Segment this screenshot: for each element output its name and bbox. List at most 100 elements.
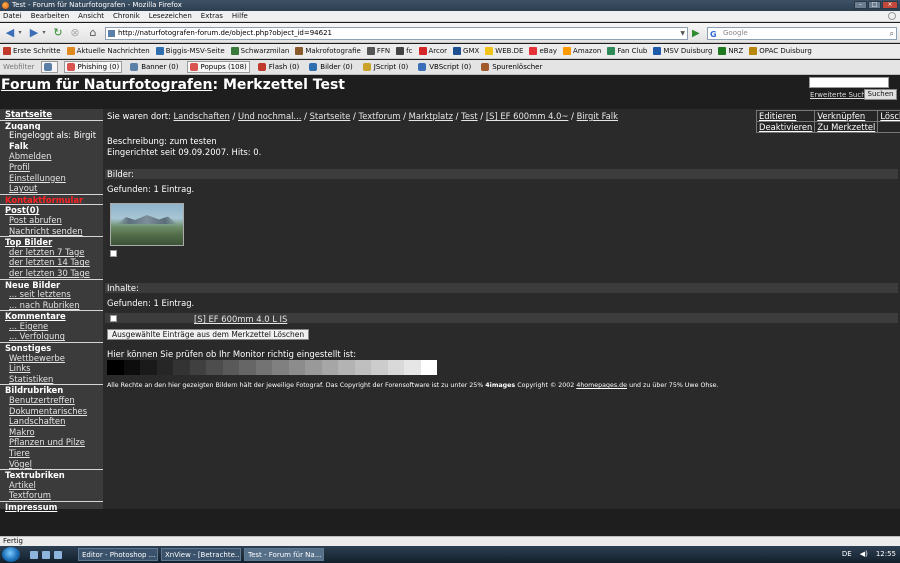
maximize-button[interactable]: □ <box>868 1 881 9</box>
bookmark-biggis-msv-seite[interactable]: Biggis-MSV-Seite <box>155 47 225 55</box>
webfilter-spurenlöscher[interactable]: Spurenlöscher <box>479 61 544 73</box>
delete-link[interactable]: Löschen <box>877 110 900 122</box>
sidebar-item-textforum[interactable]: Textforum <box>0 490 103 501</box>
link-entries-link[interactable]: Verknüpfen <box>814 110 879 122</box>
sidebar-item-post-abrufen[interactable]: Post abrufen <box>0 215 103 226</box>
clock[interactable]: 12:55 <box>876 548 896 561</box>
webfilter-settings-button[interactable] <box>40 61 58 73</box>
menu-chronik[interactable]: Chronik <box>113 12 140 20</box>
breadcrumb-link[interactable]: [S] EF 600mm 4.0~ <box>486 111 569 121</box>
stop-icon[interactable]: ⊗ <box>68 26 82 40</box>
url-history-icon[interactable]: ▼ <box>680 28 685 39</box>
menu-extras[interactable]: Extras <box>201 12 223 20</box>
webfilter-banner-0[interactable]: Banner (0) <box>128 61 180 73</box>
sidebar-item-kommentare[interactable]: Kommentare <box>0 310 103 321</box>
bookmark-fan-club[interactable]: Fan Club <box>607 47 647 55</box>
sidebar-item-seit-letztens[interactable]: ... seit letztens <box>0 289 103 300</box>
image-select-checkbox[interactable] <box>110 250 117 257</box>
bookmark-nrz[interactable]: NRZ <box>718 47 743 55</box>
sidebar-item-post-0[interactable]: Post(0) <box>0 204 103 215</box>
browser-search-bar[interactable]: G Google ⌕ <box>707 27 897 40</box>
menu-bearbeiten[interactable]: Bearbeiten <box>31 12 69 20</box>
close-button[interactable]: × <box>882 1 898 9</box>
bookmark-fc[interactable]: fc <box>396 47 413 55</box>
sidebar-item-einstellungen[interactable]: Einstellungen <box>0 173 103 184</box>
breadcrumb-link[interactable]: Birgit Falk <box>577 111 618 121</box>
sidebar-item-top-bilder[interactable]: Top Bilder <box>0 236 103 247</box>
sidebar-item-artikel[interactable]: Artikel <box>0 480 103 491</box>
start-button[interactable] <box>2 547 20 562</box>
breadcrumb-link[interactable]: Landschaften <box>173 111 229 121</box>
forward-history-icon[interactable]: ▾ <box>41 26 47 40</box>
sidebar-item-profil[interactable]: Profil <box>0 162 103 173</box>
sidebar-item-der-letzten-7-tage[interactable]: der letzten 7 Tage <box>0 247 103 258</box>
sidebar-item-neue-bilder[interactable]: Neue Bilder <box>0 278 103 289</box>
site-search-button[interactable]: Suchen <box>864 89 897 100</box>
sidebar-item-benutzertreffen[interactable]: Benutzertreffen <box>0 395 103 406</box>
sidebar-item-nachricht-senden[interactable]: Nachricht senden <box>0 226 103 237</box>
sidebar-item-impressum[interactable]: Impressum <box>0 500 103 512</box>
bookmark-makrofotografie[interactable]: Makrofotografie <box>295 47 361 55</box>
sidebar-item-verfolgung[interactable]: ... Verfolgung <box>0 331 103 342</box>
sidebar-item-nach-rubriken[interactable]: ... nach Rubriken <box>0 300 103 311</box>
task-photoshop[interactable]: Editor - Photoshop ... <box>78 548 158 561</box>
forward-icon[interactable]: ▶ <box>27 26 41 40</box>
webfilter-popups-108[interactable]: Popups (108) <box>186 61 250 73</box>
sidebar-item-landschaften[interactable]: Landschaften <box>0 416 103 427</box>
bookmark-msv-duisburg[interactable]: MSV Duisburg <box>653 47 712 55</box>
sidebar-item-pflanzen-und-pilze[interactable]: Pflanzen und Pilze <box>0 437 103 448</box>
menu-datei[interactable]: Datei <box>3 12 22 20</box>
advanced-search-link[interactable]: Erweiterte Suche <box>810 91 870 99</box>
home-icon[interactable]: ⌂ <box>86 26 100 40</box>
volume-icon[interactable]: ◀) <box>860 548 868 561</box>
sidebar-item-abmelden[interactable]: Abmelden <box>0 151 103 162</box>
webfilter-vbscript-0[interactable]: VBScript (0) <box>416 61 473 73</box>
switch-windows-icon[interactable] <box>42 550 50 559</box>
go-icon[interactable]: ▶ <box>692 27 704 40</box>
sidebar-item-layout[interactable]: Layout <box>0 183 103 194</box>
sidebar-item-links[interactable]: Links <box>0 363 103 374</box>
breadcrumb-link[interactable]: Textforum <box>359 111 401 121</box>
edit-link[interactable]: Editieren <box>755 110 816 122</box>
minimize-button[interactable]: – <box>854 1 867 9</box>
bookmark-web-de[interactable]: WEB.DE <box>485 47 523 55</box>
bookmark-amazon[interactable]: Amazon <box>563 47 601 55</box>
bookmark-ebay[interactable]: eBay <box>529 47 557 55</box>
sidebar-item-statistiken[interactable]: Statistiken <box>0 374 103 385</box>
task-firefox[interactable]: Test - Forum für Na... <box>244 548 324 561</box>
bookmark-gmx[interactable]: GMX <box>453 47 479 55</box>
sidebar-item-dokumentarisches[interactable]: Dokumentarisches <box>0 406 103 417</box>
sidebar-item-wettbewerbe[interactable]: Wettbewerbe <box>0 353 103 364</box>
webfilter-phishing-0[interactable]: Phishing (0) <box>63 61 123 73</box>
breadcrumb-link[interactable]: Test <box>461 111 478 121</box>
search-icon[interactable]: ⌕ <box>890 28 894 39</box>
site-search-input[interactable] <box>809 77 889 88</box>
webfilter-flash-0[interactable]: Flash (0) <box>256 61 302 73</box>
back-history-icon[interactable]: ▾ <box>17 26 23 40</box>
entry-link[interactable]: [S] EF 600mm 4.0 L IS <box>194 314 287 324</box>
sidebar-item-der-letzten-30-tage[interactable]: der letzten 30 Tage <box>0 268 103 279</box>
sidebar-item-startseite[interactable]: Startseite <box>0 109 103 120</box>
menu-lesezeichen[interactable]: Lesezeichen <box>149 12 192 20</box>
webfilter-bilder-0[interactable]: Bilder (0) <box>307 61 354 73</box>
forum-home-link[interactable]: Forum für Naturfotografen <box>1 77 212 93</box>
breadcrumb-link[interactable]: Und nochmal... <box>238 111 301 121</box>
bookmark-erste-schritte[interactable]: Erste Schritte <box>3 47 61 55</box>
menu-ansicht[interactable]: Ansicht <box>78 12 104 20</box>
sidebar-item-eigene[interactable]: ... Eigene <box>0 321 103 332</box>
task-xnview[interactable]: XnView - [Betrachte... <box>161 548 241 561</box>
entry-select-checkbox[interactable] <box>110 315 117 322</box>
breadcrumb-link[interactable]: Marktplatz <box>409 111 453 121</box>
sidebar-item-kontaktformular[interactable]: Kontaktformular <box>0 193 103 204</box>
delete-selected-button[interactable]: Ausgewählte Einträge aus dem Merkzettel … <box>107 329 310 340</box>
footer-homepage-link[interactable]: 4homepages.de <box>576 382 627 389</box>
bookmark-arcor[interactable]: Arcor <box>418 47 447 55</box>
webfilter-jscript-0[interactable]: JScript (0) <box>361 61 411 73</box>
bookmark-aktuelle-nachrichten[interactable]: Aktuelle Nachrichten <box>66 47 150 55</box>
sidebar-item-der-letzten-14-tage[interactable]: der letzten 14 Tage <box>0 257 103 268</box>
language-indicator[interactable]: DE <box>842 548 852 561</box>
back-icon[interactable]: ◀ <box>3 26 17 40</box>
sidebar-item-vögel[interactable]: Vögel <box>0 459 103 470</box>
breadcrumb-link[interactable]: Startseite <box>310 111 351 121</box>
address-bar[interactable]: http://naturfotografen-forum.de/object.p… <box>105 27 688 40</box>
